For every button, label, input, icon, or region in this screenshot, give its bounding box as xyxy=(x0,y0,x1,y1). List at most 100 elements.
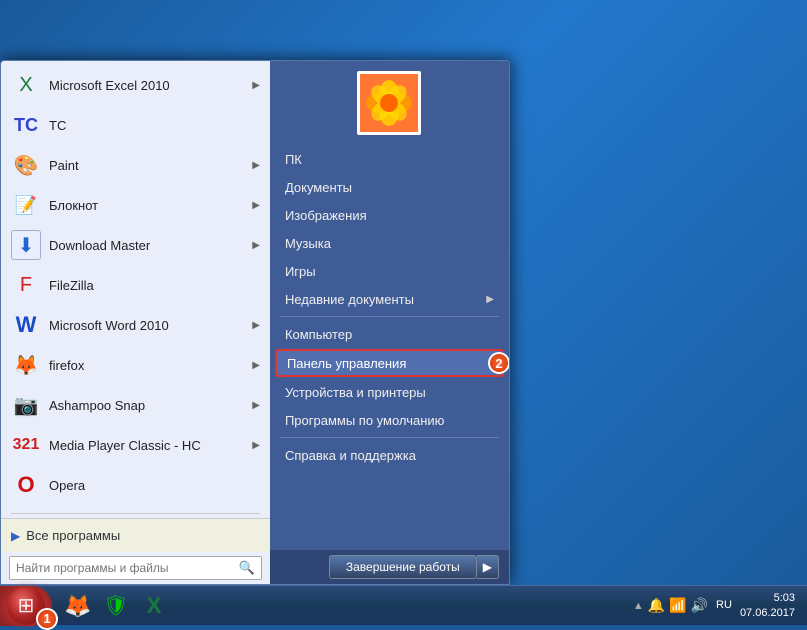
taskbar-icons: 🦊 🛡 X xyxy=(60,588,172,624)
right-label-music: Музыка xyxy=(285,236,331,251)
right-label-docs: Документы xyxy=(285,180,352,195)
right-label-games: Игры xyxy=(285,264,316,279)
menu-item-opera[interactable]: O Opera xyxy=(1,465,270,505)
menu-item-opera-label: Opera xyxy=(49,478,260,493)
tray-text: RU xyxy=(716,598,736,612)
taskbar-icon-antivirus[interactable]: 🛡 xyxy=(98,588,134,624)
ashampoo-icon: 📷 xyxy=(11,390,41,420)
menu-item-excel-label: Microsoft Excel 2010 xyxy=(49,78,248,93)
menu-item-firefox-label: firefox xyxy=(49,358,248,373)
windows-logo-icon: ⊞ xyxy=(18,593,35,618)
ashampoo-arrow: ▶ xyxy=(252,400,260,411)
opera-icon: O xyxy=(11,470,41,500)
shutdown-arrow-button[interactable]: ▶ xyxy=(477,555,499,579)
menu-item-tc[interactable]: TC TC xyxy=(1,105,270,145)
right-item-docs[interactable]: Документы xyxy=(270,173,509,201)
menu-item-ashampoo[interactable]: 📷 Ashampoo Snap ▶ xyxy=(1,385,270,425)
word-icon: W xyxy=(11,310,41,340)
right-item-images[interactable]: Изображения xyxy=(270,201,509,229)
menu-divider xyxy=(11,513,260,514)
tray-expand-icon[interactable]: ▲ xyxy=(633,600,644,612)
right-label-devices: Устройства и принтеры xyxy=(285,385,426,400)
tray-icons: ▲ 🔔 📶 🔊 xyxy=(629,597,712,614)
right-label-recent-docs: Недавние документы xyxy=(285,292,414,307)
badge-1: 1 xyxy=(36,608,58,630)
shutdown-bar: Завершение работы ▶ xyxy=(270,549,509,584)
menu-left-panel: X Microsoft Excel 2010 ▶ TC TC 🎨 Paint ▶… xyxy=(1,61,270,584)
taskbar: ⊞ 1 🦊 🛡 X ▲ 🔔 📶 🔊 RU xyxy=(0,585,807,625)
right-item-games[interactable]: Игры xyxy=(270,257,509,285)
right-item-help[interactable]: Справка и поддержка xyxy=(270,441,509,469)
tray-clock[interactable]: 5:03 07.06.2017 xyxy=(740,591,799,620)
start-menu: X Microsoft Excel 2010 ▶ TC TC 🎨 Paint ▶… xyxy=(0,60,510,585)
menu-item-word[interactable]: W Microsoft Word 2010 ▶ xyxy=(1,305,270,345)
firefox-arrow: ▶ xyxy=(252,360,260,371)
recent-docs-arrow: ▶ xyxy=(486,294,494,305)
user-avatar xyxy=(357,71,421,135)
right-item-pk[interactable]: ПК xyxy=(270,145,509,173)
menu-item-paint[interactable]: 🎨 Paint ▶ xyxy=(1,145,270,185)
tc-icon: TC xyxy=(11,110,41,140)
menu-item-notepad-label: Блокнот xyxy=(49,198,248,213)
menu-item-excel[interactable]: X Microsoft Excel 2010 ▶ xyxy=(1,65,270,105)
taskbar-firefox-icon: 🦊 xyxy=(64,593,91,619)
menu-item-notepad[interactable]: 📝 Блокнот ▶ xyxy=(1,185,270,225)
tray-volume-icon: 🔊 xyxy=(691,597,708,614)
menu-item-firefox[interactable]: 🦊 firefox ▶ xyxy=(1,345,270,385)
taskbar-icon-excel[interactable]: X xyxy=(136,588,172,624)
tray-time: 5:03 xyxy=(740,591,795,605)
right-divider-1 xyxy=(280,316,499,317)
tray-language: RU xyxy=(716,598,732,612)
tray-date: 07.06.2017 xyxy=(740,606,795,620)
menu-item-word-label: Microsoft Word 2010 xyxy=(49,318,248,333)
taskbar-icon-firefox[interactable]: 🦊 xyxy=(60,588,96,624)
excel-arrow: ▶ xyxy=(252,80,260,91)
menu-item-tc-label: TC xyxy=(49,118,260,133)
paint-arrow: ▶ xyxy=(252,160,260,171)
mpc-arrow: ▶ xyxy=(252,440,260,451)
all-programs-label: Все программы xyxy=(26,528,260,543)
menu-item-filezilla[interactable]: F FileZilla xyxy=(1,265,270,305)
desktop: X Microsoft Excel 2010 ▶ TC TC 🎨 Paint ▶… xyxy=(0,0,807,625)
right-item-default-programs[interactable]: Программы по умолчанию xyxy=(270,406,509,434)
filezilla-icon: F xyxy=(11,270,41,300)
notepad-icon: 📝 xyxy=(11,190,41,220)
tray-network-icon: 📶 xyxy=(669,597,686,614)
firefox-icon: 🦊 xyxy=(11,350,41,380)
menu-right-panel: ПК Документы Изображения Музыка Игры Нед… xyxy=(270,61,509,584)
right-divider-2 xyxy=(280,437,499,438)
taskbar-excel-icon: X xyxy=(147,593,162,619)
right-label-default-programs: Программы по умолчанию xyxy=(285,413,444,428)
right-label-pk: ПК xyxy=(285,152,302,167)
download-master-icon: ⬇ xyxy=(11,230,41,260)
all-programs-arrow: ▶ xyxy=(11,529,20,543)
shutdown-button[interactable]: Завершение работы xyxy=(329,555,477,579)
menu-item-paint-label: Paint xyxy=(49,158,248,173)
all-programs-item[interactable]: ▶ Все программы xyxy=(1,518,270,552)
right-item-recent-docs[interactable]: Недавние документы ▶ xyxy=(270,285,509,313)
menu-item-filezilla-label: FileZilla xyxy=(49,278,260,293)
right-item-control-panel[interactable]: Панель управления 2 xyxy=(275,349,504,377)
right-item-computer[interactable]: Компьютер xyxy=(270,320,509,348)
word-arrow: ▶ xyxy=(252,320,260,331)
menu-item-ashampoo-label: Ashampoo Snap xyxy=(49,398,248,413)
system-tray: ▲ 🔔 📶 🔊 RU 5:03 07.06.2017 xyxy=(629,591,807,620)
right-label-computer: Компьютер xyxy=(285,327,352,342)
right-menu-items: ПК Документы Изображения Музыка Игры Нед… xyxy=(270,140,509,549)
menu-item-dm-label: Download Master xyxy=(49,238,248,253)
badge-2: 2 xyxy=(488,352,510,374)
menu-item-mpc[interactable]: 321 Media Player Classic - HC ▶ xyxy=(1,425,270,465)
search-input[interactable] xyxy=(16,561,239,575)
tray-notification-icon: 🔔 xyxy=(648,597,665,614)
menu-item-download-master[interactable]: ⬇ Download Master ▶ xyxy=(1,225,270,265)
search-bar[interactable]: 🔍 xyxy=(9,556,262,580)
user-header xyxy=(270,61,509,140)
paint-icon: 🎨 xyxy=(11,150,41,180)
start-button[interactable]: ⊞ 1 xyxy=(0,586,52,626)
right-item-music[interactable]: Музыка xyxy=(270,229,509,257)
right-item-devices[interactable]: Устройства и принтеры xyxy=(270,378,509,406)
search-icon: 🔍 xyxy=(239,560,255,576)
right-label-images: Изображения xyxy=(285,208,367,223)
right-label-control-panel: Панель управления xyxy=(287,356,406,371)
dm-arrow: ▶ xyxy=(252,240,260,251)
